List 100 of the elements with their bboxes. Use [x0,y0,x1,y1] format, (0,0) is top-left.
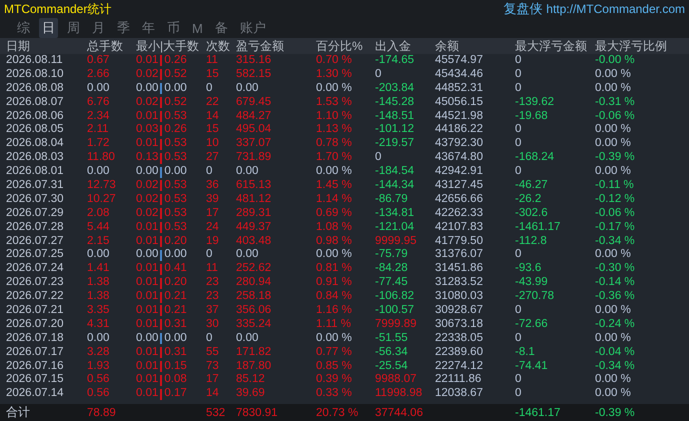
table-cell-text: 23 [206,290,220,304]
table-cell: 0.53 [164,192,187,207]
table-cell: 0.21 [164,304,187,318]
column-header: 最大浮亏比例 [595,38,668,55]
table-cell-text: 0.00 % [595,387,632,402]
table-cell-text: 12038.67 [435,387,484,402]
table-cell-text: 30 [206,318,220,332]
period-tab[interactable]: 月 [89,18,108,38]
table-cell-text: 0.00 % [595,304,632,318]
table-cell: 0.01 [136,387,158,402]
table-cell-text: -101.12 [375,123,416,138]
table-cell-text: 0.69 % [316,206,353,221]
table-cell: 0.00 [136,82,158,96]
table-cell: 0.01 [136,304,158,318]
table-cell: 0.03 [136,123,158,138]
table-cell-text: 27 [206,151,220,166]
period-tab[interactable]: 币 [164,18,183,38]
table-cell-text: 187.80 [236,360,272,374]
date-cell-text: 2026.07.24 [6,262,65,276]
period-tab[interactable]: 账户 [236,18,269,38]
table-cell-text: -0.39 % [595,406,636,418]
table-cell-text: 37744.06 [375,406,424,418]
date-cell-text: 2026.07.21 [6,304,65,318]
table-cell-text: 1.10 % [316,110,353,124]
table-cell-text: 39 [206,192,220,207]
period-tab[interactable]: 日 [39,18,58,38]
table-cell-text: 24 [206,220,220,235]
total-label: 合计 [6,404,31,421]
table-cell: 0.53 [164,206,187,221]
table-cell: 0.31 [164,318,187,332]
table-cell-text: 20.73 % [316,406,360,418]
table-cell-text: 42942.91 [435,165,484,180]
table-cell-text: 36 [206,179,220,193]
table-cell-text: 0.00 % [595,165,632,180]
table-cell-text: 11.80 [87,151,116,166]
table-cell: 0.00 [136,332,158,346]
table-cell: 0.00 [164,332,187,346]
period-tab[interactable]: 综 [14,18,33,38]
table-cell-text: 495.04 [236,123,272,138]
period-tab[interactable]: 年 [139,18,158,38]
table-cell: 0.53 [164,137,187,152]
date-cell-text: 2026.07.14 [6,387,65,402]
column-header: 最大浮亏金额 [515,38,588,55]
table-cell: 0.52 [164,96,187,110]
table-cell-text: -25.54 [375,360,409,374]
table-cell: 0.31 [164,346,187,360]
table-cell-text: 0 [375,151,382,166]
table-cell-text: 0.00 [87,332,110,346]
table-cell-text: -46.27 [515,179,549,193]
table-cell-text: 44521.98 [435,110,484,124]
period-tab[interactable]: 备 [212,18,231,38]
table-cell-text: 1.11 % [316,318,352,332]
table-cell-text: 0 [206,82,214,96]
table-cell-text: 449.37 [236,220,272,235]
table-cell-text: 0.78 % [316,137,353,152]
date-cell-text: 2026.08.08 [6,82,65,96]
table-cell-text: 0 [515,304,522,318]
table-cell-text: 5.44 [87,220,110,235]
period-tab[interactable]: M [189,20,206,36]
table-cell-text: 85.12 [236,373,266,388]
date-cell-text: 2026.07.16 [6,360,65,374]
table-cell-text: 14 [206,110,220,124]
date-cell-text: 2026.07.27 [6,234,65,248]
period-tab[interactable]: 周 [64,18,83,38]
table-cell-text: 2.34 [87,110,110,124]
table-cell-text: 23 [206,276,220,290]
column-header: 百分比% [316,38,364,55]
table-cell-text: -174.65 [375,54,416,68]
table-cell-text: 0.00 % [316,248,353,262]
period-tab[interactable]: 季 [114,18,133,38]
table-cell-text: -0.24 % [595,318,636,332]
table-cell: 0.17 [164,387,187,402]
date-cell-text: 2026.08.03 [6,151,65,166]
table-cell-text: 1.30 % [316,68,353,82]
table-cell-text: 10.27 [87,192,117,207]
table-cell: 0.00 [164,248,187,262]
table-cell-text: 484.27 [236,110,272,124]
table-cell-text: -0.14 % [595,276,636,290]
table-cell-text: -0.39 % [595,151,636,166]
table-cell-text: 0 [515,54,522,68]
table-cell-text: -144.34 [375,179,416,193]
table-cell-text: 280.94 [236,276,272,290]
table-cell-text: 37 [206,304,220,318]
table-cell: 0.13 [136,151,158,166]
table-cell-text: 0 [515,82,522,96]
table-cell-text: 22274.12 [435,360,484,374]
table-cell-text: 0.00 % [316,165,353,180]
website-link[interactable]: http://MTCommander.com [546,2,685,16]
table-cell-text: -72.66 [515,318,549,332]
date-cell-text: 2026.08.04 [6,137,65,152]
table-cell-text: 0.00 [236,82,260,96]
table-cell-text: 1.13 % [316,123,353,138]
table-cell: 0.00 [136,248,158,262]
date-cell-text: 2026.07.28 [6,220,65,235]
table-cell: 0.02 [136,68,158,82]
table-cell-text: -1461.17 [515,406,562,418]
table-cell-text: 0.00 % [595,82,632,96]
table-cell-text: 22 [206,96,220,110]
table-cell-text: 532 [206,406,226,418]
table-cell-text: -219.57 [375,137,416,152]
